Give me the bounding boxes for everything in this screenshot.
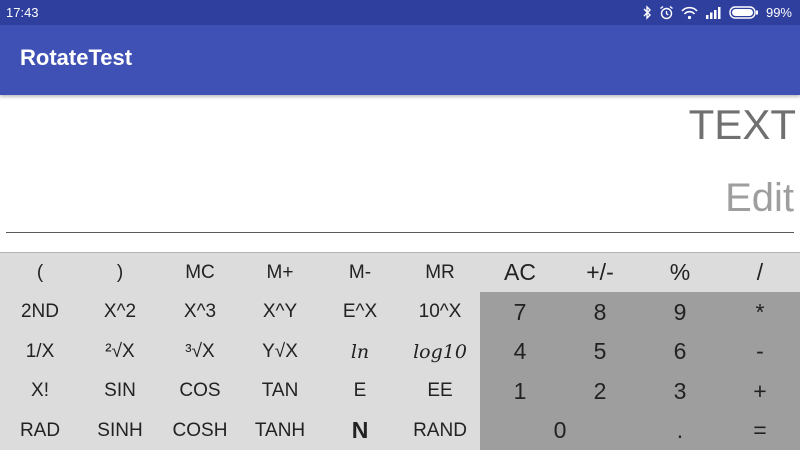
- wifi-icon: [681, 6, 698, 20]
- key-rand[interactable]: RAND: [400, 411, 480, 450]
- key-ee[interactable]: EE: [400, 371, 480, 411]
- key-2nd[interactable]: 2ND: [0, 292, 80, 332]
- battery-icon: [729, 6, 759, 19]
- key-reciprocal[interactable]: 1/X: [0, 332, 80, 371]
- key-decimal[interactable]: .: [640, 411, 720, 450]
- key-e[interactable]: E: [320, 371, 400, 411]
- key-open-paren[interactable]: (: [0, 253, 80, 292]
- key-1[interactable]: 1: [480, 371, 560, 411]
- key-tanh[interactable]: TANH: [240, 411, 320, 450]
- app-bar: RotateTest: [0, 25, 800, 95]
- key-factorial[interactable]: X!: [0, 371, 80, 411]
- key-tan[interactable]: TAN: [240, 371, 320, 411]
- key-5[interactable]: 5: [560, 332, 640, 371]
- app-title: RotateTest: [20, 45, 133, 70]
- key-plus-minus[interactable]: +/-: [560, 253, 640, 292]
- key-x-squared[interactable]: X^2: [80, 292, 160, 332]
- key-mr[interactable]: MR: [400, 253, 480, 292]
- key-x-pow-y[interactable]: X^Y: [240, 292, 320, 332]
- key-2[interactable]: 2: [560, 371, 640, 411]
- edit-input[interactable]: [6, 170, 794, 233]
- key-mc[interactable]: MC: [160, 253, 240, 292]
- key-equals[interactable]: =: [720, 411, 800, 450]
- status-bar: 17:43 99%: [0, 0, 800, 25]
- display-text: TEXT: [688, 101, 796, 148]
- battery-percent: 99%: [765, 5, 792, 20]
- key-m-minus[interactable]: M-: [320, 253, 400, 292]
- key-y-root-x[interactable]: Y√X: [240, 332, 320, 371]
- key-9[interactable]: 9: [640, 292, 720, 332]
- key-ln[interactable]: ln: [320, 332, 400, 371]
- key-6[interactable]: 6: [640, 332, 720, 371]
- status-time: 17:43: [6, 5, 39, 20]
- key-multiply[interactable]: *: [720, 292, 800, 332]
- status-icons: 99%: [642, 5, 792, 20]
- key-log10[interactable]: log10: [400, 332, 480, 371]
- key-percent[interactable]: %: [640, 253, 720, 292]
- key-10-pow-x[interactable]: 10^X: [400, 292, 480, 332]
- key-sin[interactable]: SIN: [80, 371, 160, 411]
- key-n[interactable]: N: [320, 411, 400, 450]
- key-add[interactable]: +: [720, 371, 800, 411]
- key-sinh[interactable]: SINH: [80, 411, 160, 450]
- key-cos[interactable]: COS: [160, 371, 240, 411]
- bluetooth-icon: [642, 5, 652, 20]
- key-divide[interactable]: /: [720, 253, 800, 292]
- key-close-paren[interactable]: ): [80, 253, 160, 292]
- key-4[interactable]: 4: [480, 332, 560, 371]
- key-x-cubed[interactable]: X^3: [160, 292, 240, 332]
- alarm-icon: [659, 5, 674, 20]
- key-cosh[interactable]: COSH: [160, 411, 240, 450]
- key-rad[interactable]: RAD: [0, 411, 80, 450]
- key-subtract[interactable]: -: [720, 332, 800, 371]
- key-e-pow-x[interactable]: E^X: [320, 292, 400, 332]
- key-ac[interactable]: AC: [480, 253, 560, 292]
- signal-icon: [705, 6, 722, 19]
- key-cube-root[interactable]: ³√X: [160, 332, 240, 371]
- key-0[interactable]: 0: [480, 411, 640, 450]
- key-square-root[interactable]: ²√X: [80, 332, 160, 371]
- key-7[interactable]: 7: [480, 292, 560, 332]
- key-m-plus[interactable]: M+: [240, 253, 320, 292]
- key-8[interactable]: 8: [560, 292, 640, 332]
- key-3[interactable]: 3: [640, 371, 720, 411]
